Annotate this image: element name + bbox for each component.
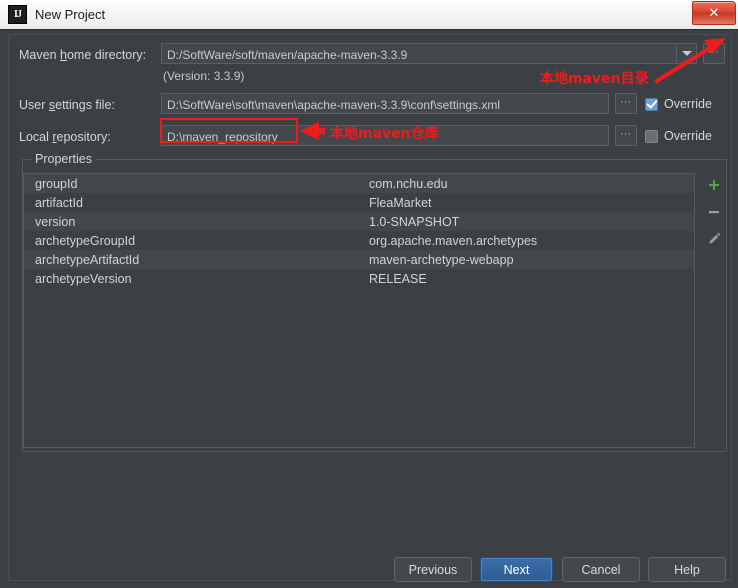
table-row[interactable]: artifactId FleaMarket	[24, 193, 694, 212]
properties-table[interactable]: groupId com.nchu.edu artifactId FleaMark…	[23, 173, 695, 448]
property-key: archetypeArtifactId	[35, 252, 140, 267]
remove-property-icon[interactable]	[705, 203, 723, 221]
next-button[interactable]: Next	[480, 557, 553, 582]
chevron-down-icon	[681, 51, 692, 56]
property-key: artifactId	[35, 195, 83, 210]
maven-home-dropdown-button[interactable]	[677, 43, 697, 64]
previous-button[interactable]: Previous	[394, 557, 472, 582]
property-key: archetypeVersion	[35, 271, 132, 286]
intellij-idea-icon: IJ	[8, 5, 27, 24]
properties-legend: Properties	[31, 152, 96, 166]
cancel-button[interactable]: Cancel	[562, 557, 640, 582]
user-settings-browse-button[interactable]: ⋯	[615, 93, 637, 114]
table-row[interactable]: groupId com.nchu.edu	[24, 174, 694, 193]
table-row[interactable]: archetypeArtifactId maven-archetype-weba…	[24, 250, 694, 269]
table-row[interactable]: archetypeGroupId org.apache.maven.archet…	[24, 231, 694, 250]
property-value: maven-archetype-webapp	[369, 252, 514, 267]
user-settings-override-checkbox[interactable]	[645, 97, 658, 111]
user-settings-override-label: Override	[664, 97, 712, 111]
add-property-icon[interactable]	[705, 177, 723, 195]
property-value: FleaMarket	[369, 195, 432, 210]
annotation-local-repository-box	[160, 118, 298, 143]
user-settings-override-row[interactable]: Override	[645, 97, 712, 111]
properties-toolbar	[701, 173, 727, 452]
edit-property-icon[interactable]	[705, 229, 723, 247]
maven-version-note: (Version: 3.3.9)	[163, 69, 245, 83]
table-row[interactable]: version 1.0-SNAPSHOT	[24, 212, 694, 231]
property-value: com.nchu.edu	[369, 176, 448, 191]
property-value: RELEASE	[369, 271, 427, 286]
user-settings-file-input[interactable]: D:\SoftWare\soft\maven\apache-maven-3.3.…	[161, 93, 609, 114]
property-value: org.apache.maven.archetypes	[369, 233, 538, 248]
local-repository-label: Local repository:	[19, 130, 111, 144]
maven-home-directory-input[interactable]: D:/SoftWare/soft/maven/apache-maven-3.3.…	[161, 43, 677, 64]
maven-home-browse-button[interactable]: ⋯	[703, 43, 725, 64]
local-repository-override-row[interactable]: Override	[645, 129, 712, 143]
window-title-bar: IJ New Project ✕	[0, 0, 738, 29]
dialog-content-panel: Maven home directory: D:/SoftWare/soft/m…	[8, 34, 732, 581]
user-settings-file-label: User settings file:	[19, 98, 115, 112]
close-button[interactable]: ✕	[692, 1, 736, 25]
maven-home-directory-label: Maven home directory:	[19, 48, 147, 62]
annotation-maven-home-text: 本地maven目录	[540, 71, 649, 87]
property-key: groupId	[35, 176, 78, 191]
help-button[interactable]: Help	[648, 557, 726, 582]
new-project-dialog: Maven home directory: D:/SoftWare/soft/m…	[0, 29, 738, 588]
local-repository-browse-button[interactable]: ⋯	[615, 125, 637, 146]
table-row[interactable]: archetypeVersion RELEASE	[24, 269, 694, 288]
property-key: archetypeGroupId	[35, 233, 136, 248]
window-title: New Project	[35, 7, 106, 22]
property-key: version	[35, 214, 76, 229]
local-repository-override-checkbox[interactable]	[645, 129, 658, 143]
annotation-local-repository-text: 本地maven仓库	[330, 126, 439, 142]
local-repository-override-label: Override	[664, 129, 712, 143]
property-value: 1.0-SNAPSHOT	[369, 214, 460, 229]
